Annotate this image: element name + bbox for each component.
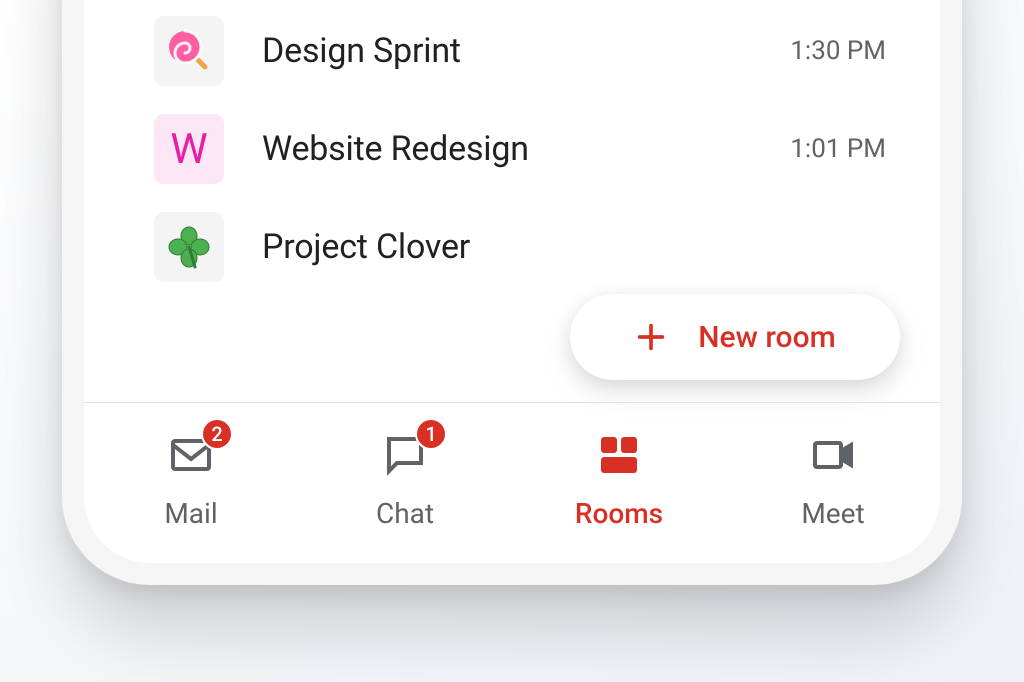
tab-mail[interactable]: 2 Mail xyxy=(84,417,298,563)
clover-icon xyxy=(154,212,224,282)
tab-label: Chat xyxy=(376,497,434,530)
device-screen: Design Sprint 1:30 PM W Website Redesign… xyxy=(84,0,940,563)
bottom-nav: 2 Mail 1 Chat xyxy=(84,405,940,563)
meet-icon xyxy=(809,431,857,479)
badge: 2 xyxy=(201,418,233,450)
lollipop-icon xyxy=(154,16,224,86)
new-room-button[interactable]: New room xyxy=(570,294,900,380)
rooms-icon xyxy=(595,431,643,479)
divider xyxy=(84,402,940,403)
room-name: Project Clover xyxy=(262,227,848,267)
tab-label: Meet xyxy=(801,497,864,530)
list-item[interactable]: Project Clover xyxy=(84,198,940,296)
tab-meet[interactable]: Meet xyxy=(726,417,940,563)
letter-avatar: W xyxy=(154,114,224,184)
rooms-list: Design Sprint 1:30 PM W Website Redesign… xyxy=(84,2,940,296)
tab-label: Mail xyxy=(164,497,217,530)
list-item[interactable]: W Website Redesign 1:01 PM xyxy=(84,100,940,198)
badge: 1 xyxy=(415,418,447,450)
room-name: Design Sprint xyxy=(262,31,752,71)
room-name: Website Redesign xyxy=(262,129,752,169)
fab-label: New room xyxy=(698,320,835,355)
device-frame: Design Sprint 1:30 PM W Website Redesign… xyxy=(62,0,962,585)
tab-rooms[interactable]: Rooms xyxy=(512,417,726,563)
list-item[interactable]: Design Sprint 1:30 PM xyxy=(84,2,940,100)
tab-chat[interactable]: 1 Chat xyxy=(298,417,512,563)
room-time: 1:30 PM xyxy=(790,36,886,66)
tab-label: Rooms xyxy=(575,497,663,530)
plus-icon xyxy=(634,320,668,354)
room-time: 1:01 PM xyxy=(790,134,886,164)
